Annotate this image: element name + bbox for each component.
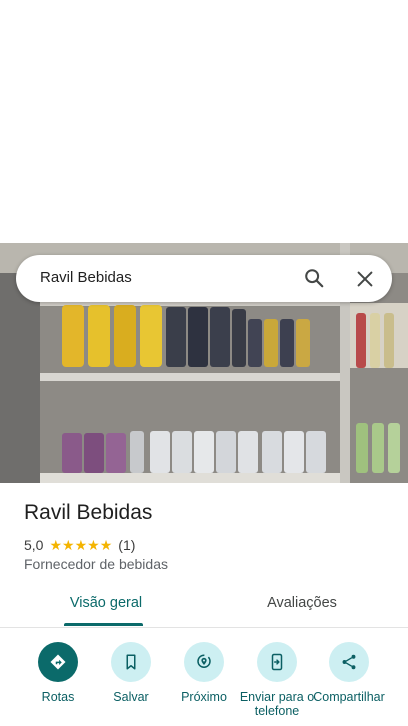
search-input[interactable]: Ravil Bebidas bbox=[40, 269, 132, 286]
share-button[interactable]: Compartilhar bbox=[309, 642, 389, 704]
bookmark-icon bbox=[126, 654, 136, 670]
star-icon: ★ bbox=[49, 537, 63, 553]
send-to-phone-label: Enviar para o telefone bbox=[239, 690, 315, 718]
star-icon: ★ bbox=[74, 537, 88, 553]
directions-icon bbox=[50, 654, 66, 670]
save-button[interactable]: Salvar bbox=[91, 642, 171, 704]
share-button-circle[interactable] bbox=[329, 642, 369, 682]
rating-row[interactable]: 5,0 ★ ★ ★ ★ ★ (1) bbox=[24, 536, 135, 554]
directions-label: Rotas bbox=[41, 690, 75, 704]
nearby-button-circle[interactable] bbox=[184, 642, 224, 682]
search-bar[interactable]: Ravil Bebidas bbox=[16, 255, 392, 302]
star-icon: ★ bbox=[99, 537, 113, 553]
search-icon[interactable] bbox=[303, 267, 325, 289]
directions-button[interactable]: Rotas bbox=[18, 642, 98, 704]
nearby-button[interactable]: Próximo bbox=[164, 642, 244, 704]
tab-reviews[interactable]: Avaliações bbox=[246, 595, 358, 625]
share-label: Compartilhar bbox=[313, 690, 385, 704]
tab-overview[interactable]: Visão geral bbox=[56, 595, 156, 625]
send-to-phone-button[interactable]: Enviar para o telefone bbox=[237, 642, 317, 718]
place-category: Fornecedor de bebidas bbox=[24, 556, 168, 572]
star-icon: ★ bbox=[62, 537, 75, 553]
nearby-icon bbox=[197, 654, 211, 668]
nearby-label: Próximo bbox=[181, 690, 227, 704]
directions-button-circle[interactable] bbox=[38, 642, 78, 682]
review-count[interactable]: (1) bbox=[118, 537, 135, 553]
place-title: Ravil Bebidas bbox=[24, 501, 153, 524]
save-button-circle[interactable] bbox=[111, 642, 151, 682]
send-to-phone-icon bbox=[271, 653, 283, 671]
tabs-divider bbox=[0, 627, 408, 628]
send-to-phone-button-circle[interactable] bbox=[257, 642, 297, 682]
save-label: Salvar bbox=[113, 690, 149, 704]
star-icon: ★ bbox=[87, 537, 100, 553]
rating-value: 5,0 bbox=[24, 537, 44, 553]
share-icon bbox=[342, 654, 356, 670]
star-rating: ★ ★ ★ ★ ★ bbox=[49, 538, 112, 552]
close-icon[interactable] bbox=[354, 268, 376, 290]
tab-selected-indicator bbox=[64, 623, 143, 626]
